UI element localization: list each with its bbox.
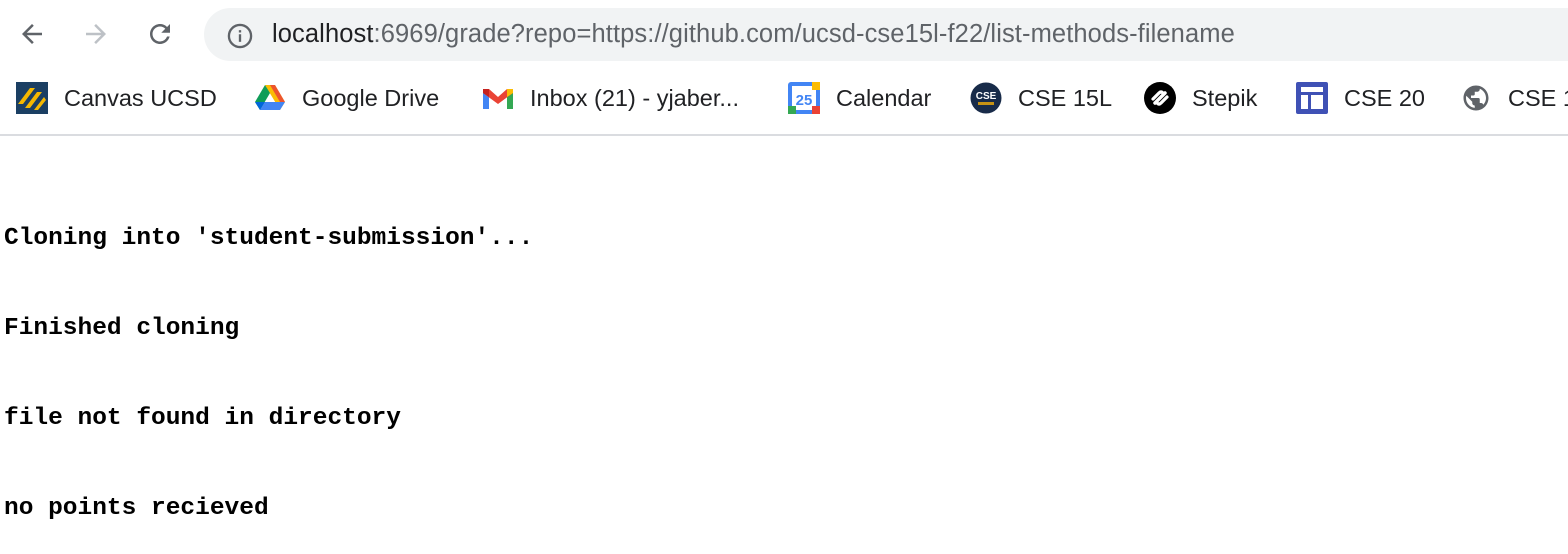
layout-icon: [1296, 82, 1328, 114]
cse-icon-text: CSE: [976, 91, 997, 102]
bookmark-label: CSE 1: [1508, 84, 1568, 111]
bookmark-cse-1[interactable]: CSE 1: [1460, 80, 1568, 116]
cse-ucsd-icon: CSE: [970, 82, 1002, 114]
stepik-icon: [1144, 82, 1176, 114]
back-arrow-icon: [22, 24, 42, 44]
canvas-icon: [16, 82, 48, 114]
bookmark-label: CSE 20: [1344, 84, 1425, 111]
bookmark-cse-15l[interactable]: CSE CSE 15L: [970, 80, 1112, 116]
bookmark-stepik[interactable]: Stepik: [1144, 80, 1257, 116]
output-line: file not found in directory: [4, 405, 401, 432]
bookmark-label: Stepik: [1192, 84, 1258, 111]
bookmark-inbox[interactable]: Inbox (21) - yjaber...: [482, 80, 739, 116]
address-bar[interactable]: localhost:6969/grade?repo=https://github…: [204, 8, 1568, 61]
reload-icon: [150, 24, 170, 44]
page-content: Cloning into 'student-submission'... Fin…: [4, 164, 533, 554]
url-text[interactable]: localhost:6969/grade?repo=https://github…: [272, 8, 1235, 61]
output-line: Cloning into 'student-submission'...: [4, 225, 534, 252]
bookmark-cse-20[interactable]: CSE 20: [1296, 80, 1425, 116]
back-button[interactable]: [12, 14, 52, 54]
bookmark-google-drive[interactable]: Google Drive: [254, 80, 439, 116]
reload-button[interactable]: [140, 14, 180, 54]
output-line: Finished cloning: [4, 315, 240, 342]
calendar-icon: 25: [788, 82, 820, 114]
url-host: localhost: [272, 20, 374, 48]
forward-button[interactable]: [76, 14, 116, 54]
output-line: no points recieved: [4, 495, 269, 522]
calendar-icon-date: 25: [796, 92, 813, 109]
bookmark-label: Calendar: [836, 84, 932, 111]
url-path: :6969/grade?repo=https://github.com/ucsd…: [373, 20, 1235, 48]
bookmarks-bar: Canvas UCSD Google Drive Inbox (21) - yj…: [0, 70, 1568, 136]
browser-toolbar: localhost:6969/grade?repo=https://github…: [0, 0, 1568, 70]
site-info-icon[interactable]: [222, 18, 258, 54]
bookmark-label: Canvas UCSD: [64, 84, 217, 111]
bookmark-label: CSE 15L: [1018, 84, 1113, 111]
bookmark-canvas-ucsd[interactable]: Canvas UCSD: [16, 80, 217, 116]
google-drive-icon: [254, 82, 286, 114]
globe-icon: [1460, 82, 1492, 114]
bookmark-label: Inbox (21) - yjaber...: [530, 84, 739, 111]
bookmark-label: Google Drive: [302, 84, 440, 111]
gmail-icon: [482, 82, 514, 114]
forward-arrow-icon: [86, 24, 106, 44]
bookmark-calendar[interactable]: 25 Calendar: [788, 80, 931, 116]
